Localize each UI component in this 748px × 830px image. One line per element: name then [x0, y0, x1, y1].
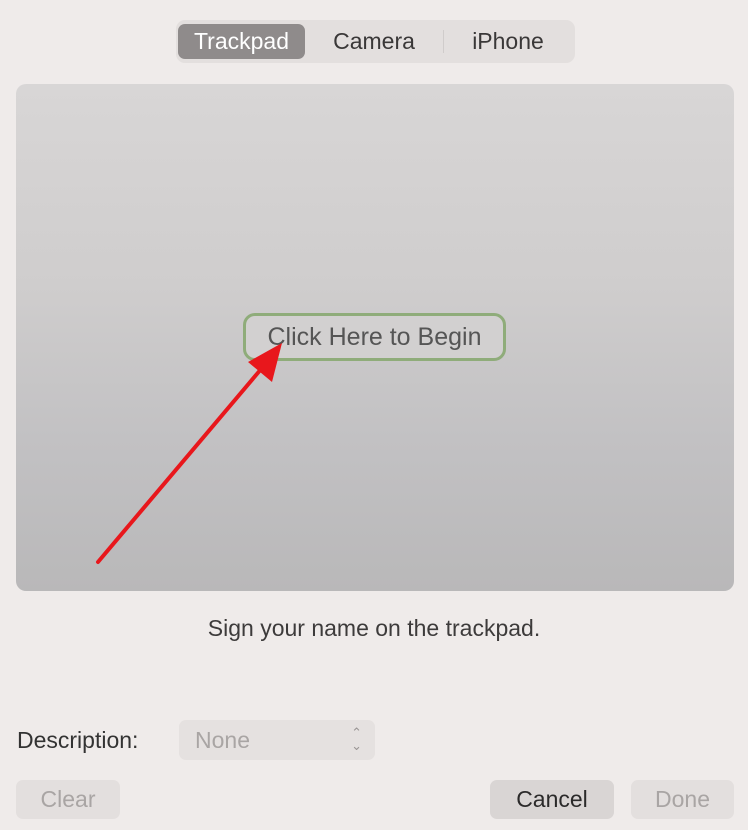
source-segmented-control: Trackpad Camera iPhone: [176, 20, 575, 63]
clear-button[interactable]: Clear: [16, 780, 120, 819]
done-button[interactable]: Done: [631, 780, 734, 819]
description-value: None: [195, 727, 250, 753]
tab-trackpad[interactable]: Trackpad: [178, 24, 305, 59]
instruction-text: Sign your name on the trackpad.: [207, 615, 541, 641]
tab-iphone[interactable]: iPhone: [444, 24, 572, 59]
chevron-up-down-icon: ⌃ ⌄: [351, 725, 362, 753]
description-select[interactable]: None ⌃ ⌄: [179, 720, 375, 760]
description-label: Description:: [17, 727, 139, 753]
cancel-button[interactable]: Cancel: [490, 780, 614, 819]
click-here-to-begin-button[interactable]: Click Here to Begin: [243, 313, 506, 361]
tab-camera[interactable]: Camera: [306, 24, 442, 59]
